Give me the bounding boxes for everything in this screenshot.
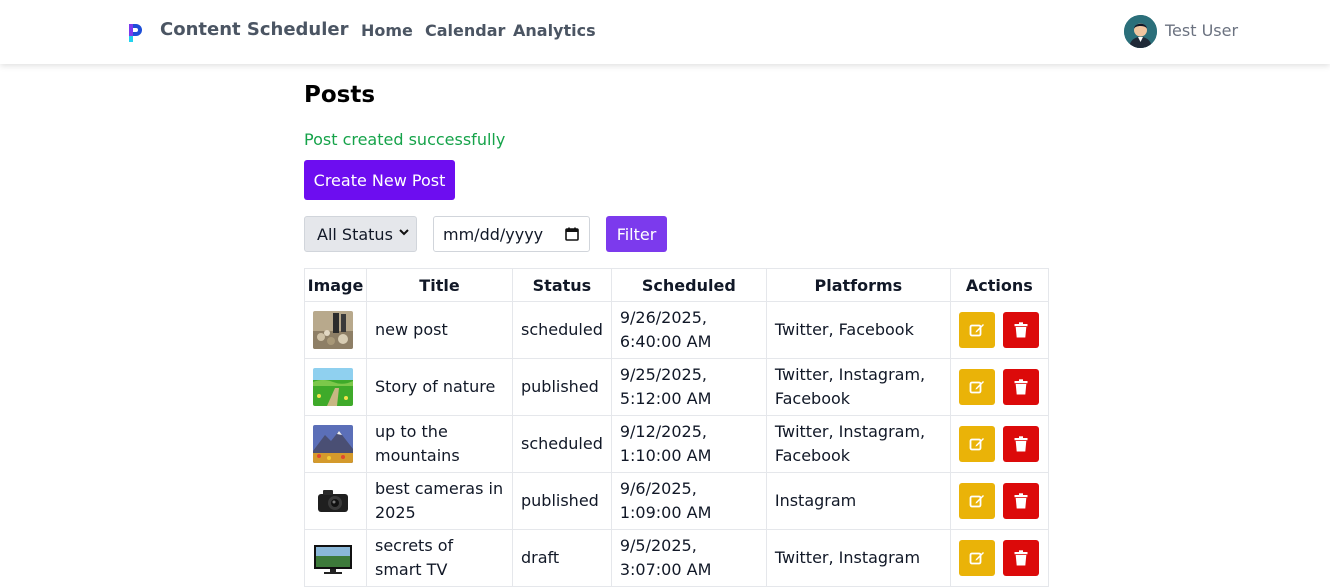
post-thumbnail-meadow[interactable]: [313, 368, 353, 406]
column-header-scheduled: Scheduled: [610, 268, 767, 302]
edit-button[interactable]: [958, 426, 995, 462]
title-cell: best cameras in 2025: [366, 472, 513, 530]
page-title: Posts: [304, 82, 376, 108]
column-header-status: Status: [512, 268, 612, 302]
delete-button[interactable]: [1002, 540, 1039, 576]
calendar-icon[interactable]: [565, 227, 579, 241]
scheduled-cell: 9/25/2025, 5:12:00 AM: [610, 358, 767, 416]
platforms-cell: Twitter, Facebook: [765, 301, 951, 359]
column-header-title: Title: [366, 268, 513, 302]
status-cell: published: [512, 358, 612, 416]
scheduled-cell: 9/5/2025, 3:07:00 AM: [610, 529, 767, 587]
success-message: Post created successfully: [304, 130, 506, 149]
actions-cell: [949, 301, 1049, 359]
scheduled-cell: 9/6/2025, 1:09:00 AM: [610, 472, 767, 530]
trash-icon: [1014, 436, 1028, 452]
column-header-image: Image: [304, 268, 367, 302]
scheduled-cell: 9/12/2025, 1:10:00 AM: [610, 415, 767, 473]
actions-cell: [949, 472, 1049, 530]
post-thumbnail-street[interactable]: [313, 311, 353, 349]
status-cell: draft: [512, 529, 612, 587]
title-cell: Story of nature: [366, 358, 513, 416]
platforms-cell: Twitter, Instagram, Facebook: [765, 415, 951, 473]
image-cell: [304, 529, 367, 587]
title-cell: secrets of smart TV: [366, 529, 513, 587]
column-header-actions: Actions: [949, 268, 1049, 302]
post-thumbnail-tv[interactable]: [313, 539, 353, 577]
edit-button[interactable]: [958, 312, 995, 348]
avatar[interactable]: [1124, 15, 1157, 48]
edit-button[interactable]: [958, 369, 995, 405]
status-cell: scheduled: [512, 301, 612, 359]
image-cell: [304, 472, 367, 530]
pencil-square-icon: [969, 381, 984, 394]
pencil-square-icon: [969, 438, 984, 451]
table-row: up to the mountains scheduled 9/12/2025,…: [304, 415, 1049, 473]
pencil-square-icon: [969, 552, 984, 565]
top-navbar: Content Scheduler Home Calendar Analytic…: [0, 0, 1330, 64]
scheduled-cell: 9/26/2025, 6:40:00 AM: [610, 301, 767, 359]
date-placeholder: mm/dd/yyyy: [443, 224, 544, 244]
column-header-platforms: Platforms: [765, 268, 951, 302]
filter-button[interactable]: Filter: [606, 216, 667, 252]
platforms-cell: Instagram: [765, 472, 951, 530]
status-cell: scheduled: [512, 415, 612, 473]
nav-analytics[interactable]: Analytics: [513, 21, 596, 40]
date-filter-input[interactable]: mm/dd/yyyy: [433, 216, 590, 252]
trash-icon: [1014, 322, 1028, 338]
trash-icon: [1014, 550, 1028, 566]
delete-button[interactable]: [1002, 312, 1039, 348]
table-row: Story of nature published 9/25/2025, 5:1…: [304, 358, 1049, 416]
user-name[interactable]: Test User: [1165, 21, 1238, 40]
title-cell: new post: [366, 301, 513, 359]
status-filter-select[interactable]: All Status: [304, 216, 417, 252]
trash-icon: [1014, 379, 1028, 395]
post-thumbnail-camera[interactable]: [313, 482, 353, 520]
edit-button[interactable]: [958, 483, 995, 519]
user-avatar-icon: [1124, 15, 1157, 48]
table-header-row: Image Title Status Scheduled Platforms A…: [304, 268, 1049, 302]
title-cell: up to the mountains: [366, 415, 513, 473]
status-cell: published: [512, 472, 612, 530]
posts-table: Image Title Status Scheduled Platforms A…: [304, 268, 1049, 587]
brand-name[interactable]: Content Scheduler: [160, 19, 349, 40]
table-row: new post scheduled 9/26/2025, 6:40:00 AM…: [304, 301, 1049, 359]
nav-home[interactable]: Home: [361, 21, 413, 40]
edit-button[interactable]: [958, 540, 995, 576]
create-new-post-button[interactable]: Create New Post: [304, 160, 455, 200]
pencil-square-icon: [969, 324, 984, 337]
actions-cell: [949, 529, 1049, 587]
platforms-cell: Twitter, Instagram, Facebook: [765, 358, 951, 416]
status-filter-value: All Status: [317, 224, 393, 244]
nav-calendar[interactable]: Calendar: [425, 21, 505, 40]
pencil-square-icon: [969, 495, 984, 508]
actions-cell: [949, 358, 1049, 416]
app-logo-icon[interactable]: [127, 22, 145, 44]
image-cell: [304, 415, 367, 473]
trash-icon: [1014, 493, 1028, 509]
table-row: secrets of smart TV draft 9/5/2025, 3:07…: [304, 529, 1049, 587]
image-cell: [304, 301, 367, 359]
post-thumbnail-mountain[interactable]: [313, 425, 353, 463]
delete-button[interactable]: [1002, 426, 1039, 462]
delete-button[interactable]: [1002, 369, 1039, 405]
actions-cell: [949, 415, 1049, 473]
table-row: best cameras in 2025 published 9/6/2025,…: [304, 472, 1049, 530]
delete-button[interactable]: [1002, 483, 1039, 519]
platforms-cell: Twitter, Instagram: [765, 529, 951, 587]
image-cell: [304, 358, 367, 416]
chevron-down-icon: [399, 226, 409, 240]
